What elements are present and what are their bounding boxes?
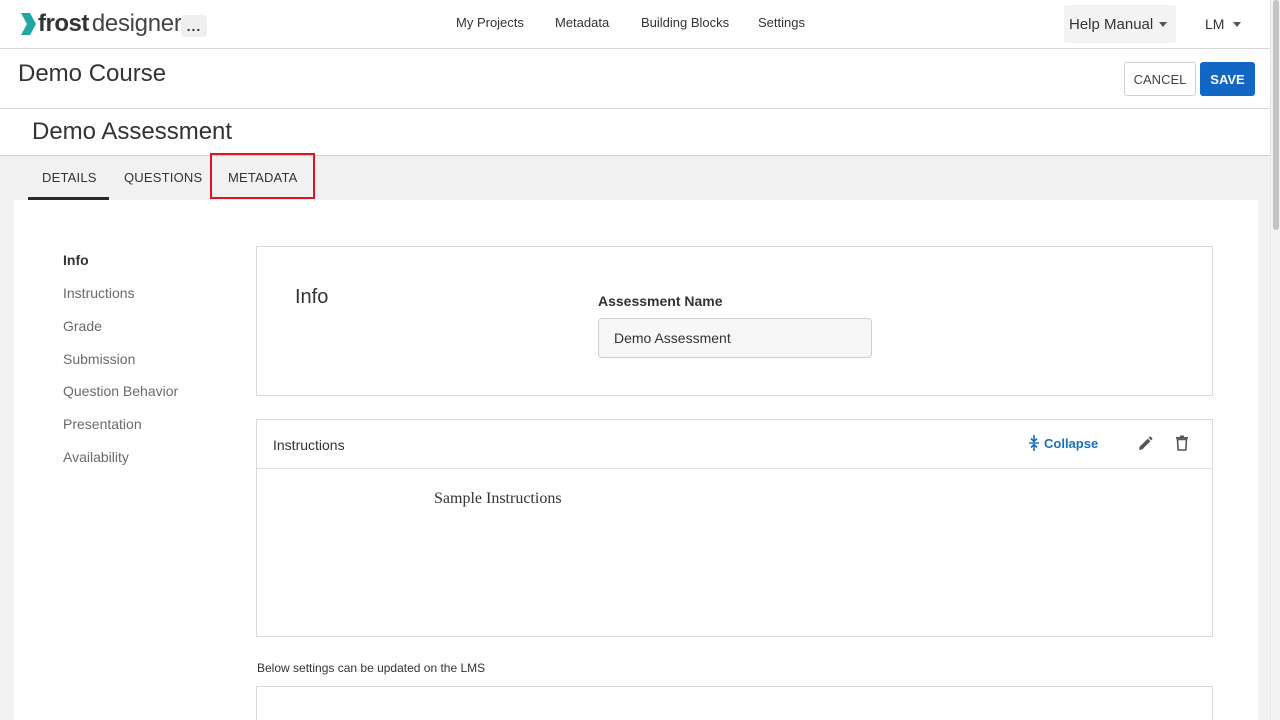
user-initials: LM [1205,16,1225,32]
nav-settings[interactable]: Settings [758,15,805,30]
sidebar-item-instructions[interactable]: Instructions [63,285,135,301]
info-section-card: Info Assessment Name [256,246,1213,396]
logo-word-designer: designer [91,10,182,37]
collapse-button[interactable]: Collapse [1029,435,1098,451]
instructions-card-header: Instructions Collapse [257,420,1212,469]
logo-word-frost: frost [38,10,89,37]
help-manual-label: Help Manual [1069,15,1154,33]
sidebar-item-info[interactable]: Info [63,252,89,268]
pencil-icon[interactable] [1137,436,1153,452]
course-title: Demo Course [18,60,167,87]
sidebar-item-availability[interactable]: Availability [63,449,129,465]
chevron-down-icon [1233,21,1242,27]
page-scrollbar[interactable] [1270,0,1280,720]
logo-chevron-icon [21,13,36,35]
lms-settings-card [256,686,1213,720]
assessment-name-label: Assessment Name [598,293,723,309]
help-manual-dropdown[interactable]: Help Manual [1064,5,1176,43]
frost-designer-logo[interactable]: frost designer [20,10,182,38]
sidebar-item-submission[interactable]: Submission [63,351,135,367]
nav-metadata[interactable]: Metadata [555,15,609,30]
cancel-button[interactable]: CANCEL [1124,62,1196,96]
chevron-down-icon [1159,21,1168,27]
info-section-heading: Info [295,286,329,308]
nav-building-blocks[interactable]: Building Blocks [641,15,729,30]
sidebar-item-presentation[interactable]: Presentation [63,416,142,432]
instructions-section-title: Instructions [273,437,345,453]
collapse-label: Collapse [1044,435,1099,451]
user-menu[interactable]: LM [1205,16,1242,32]
sidebar-item-grade[interactable]: Grade [63,318,102,334]
scrollbar-thumb[interactable] [1273,0,1279,230]
instructions-section-card: Instructions Collapse Sample Instruction… [256,419,1213,637]
instructions-body-text[interactable]: Sample Instructions [434,490,562,508]
tab-questions[interactable]: QUESTIONS [124,170,202,185]
tab-details[interactable]: DETAILS [42,170,97,185]
assessment-header: Demo Assessment [0,109,1270,156]
course-header: Demo Course CANCEL SAVE [0,49,1270,109]
more-options-button[interactable]: ... [181,15,207,37]
top-navbar: frost designer ... My Projects Metadata … [0,0,1270,49]
lms-settings-note: Below settings can be updated on the LMS [257,661,486,675]
assessment-name-input[interactable] [598,318,872,358]
assessment-title: Demo Assessment [32,118,233,145]
nav-my-projects[interactable]: My Projects [456,15,524,30]
metadata-tab-highlight-box [210,153,315,199]
trash-icon[interactable] [1175,435,1189,451]
sidebar-item-question-behavior[interactable]: Question Behavior [63,383,178,399]
collapse-icon [1029,435,1039,451]
save-button[interactable]: SAVE [1200,62,1255,96]
